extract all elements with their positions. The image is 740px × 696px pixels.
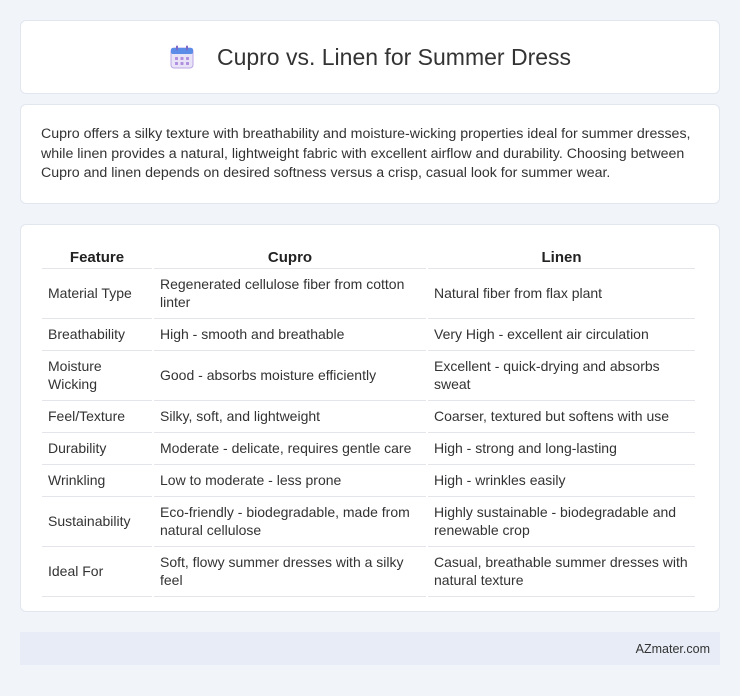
cell-linen: Very High - excellent air circulation xyxy=(428,319,695,351)
cell-linen: Highly sustainable - biodegradable and r… xyxy=(428,497,695,547)
table-row: Feel/Texture Silky, soft, and lightweigh… xyxy=(42,401,695,433)
table-row: Moisture Wicking Good - absorbs moisture… xyxy=(42,351,695,401)
cell-cupro: Regenerated cellulose fiber from cotton … xyxy=(154,269,426,319)
table-row: Breathability High - smooth and breathab… xyxy=(42,319,695,351)
footer-bar: AZmater.com xyxy=(20,632,720,665)
cell-linen: Casual, breathable summer dresses with n… xyxy=(428,547,695,597)
header-feature: Feature xyxy=(42,245,152,269)
table-row: Durability Moderate - delicate, requires… xyxy=(42,433,695,465)
table-row: Sustainability Eco-friendly - biodegrada… xyxy=(42,497,695,547)
cell-cupro: Eco-friendly - biodegradable, made from … xyxy=(154,497,426,547)
cell-feature: Ideal For xyxy=(42,547,152,597)
intro-card: Cupro offers a silky texture with breath… xyxy=(20,104,720,204)
cell-linen: Natural fiber from flax plant xyxy=(428,269,695,319)
comparison-card: Feature Cupro Linen Material Type Regene… xyxy=(20,224,720,612)
comparison-table: Feature Cupro Linen Material Type Regene… xyxy=(40,245,697,597)
cell-linen: High - wrinkles easily xyxy=(428,465,695,497)
cell-cupro: High - smooth and breathable xyxy=(154,319,426,351)
cell-feature: Wrinkling xyxy=(42,465,152,497)
table-header-row: Feature Cupro Linen xyxy=(42,245,695,269)
cell-cupro: Low to moderate - less prone xyxy=(154,465,426,497)
cell-feature: Sustainability xyxy=(42,497,152,547)
cell-linen: Excellent - quick-drying and absorbs swe… xyxy=(428,351,695,401)
table-row: Ideal For Soft, flowy summer dresses wit… xyxy=(42,547,695,597)
cell-cupro: Good - absorbs moisture efficiently xyxy=(154,351,426,401)
cell-cupro: Moderate - delicate, requires gentle car… xyxy=(154,433,426,465)
table-row: Material Type Regenerated cellulose fibe… xyxy=(42,269,695,319)
cell-cupro: Silky, soft, and lightweight xyxy=(154,401,426,433)
title-card: Cupro vs. Linen for Summer Dress xyxy=(20,20,720,94)
intro-text: Cupro offers a silky texture with breath… xyxy=(41,126,691,181)
cell-feature: Feel/Texture xyxy=(42,401,152,433)
cell-linen: Coarser, textured but softens with use xyxy=(428,401,695,433)
cell-feature: Moisture Wicking xyxy=(42,351,152,401)
table-row: Wrinkling Low to moderate - less prone H… xyxy=(42,465,695,497)
calendar-icon xyxy=(170,45,194,69)
cell-cupro: Soft, flowy summer dresses with a silky … xyxy=(154,547,426,597)
cell-linen: High - strong and long-lasting xyxy=(428,433,695,465)
footer-brand: AZmater.com xyxy=(635,641,710,656)
cell-feature: Breathability xyxy=(42,319,152,351)
header-linen: Linen xyxy=(428,245,695,269)
cell-feature: Material Type xyxy=(42,269,152,319)
cell-feature: Durability xyxy=(42,433,152,465)
page-title: Cupro vs. Linen for Summer Dress xyxy=(216,43,572,70)
header-cupro: Cupro xyxy=(154,245,426,269)
